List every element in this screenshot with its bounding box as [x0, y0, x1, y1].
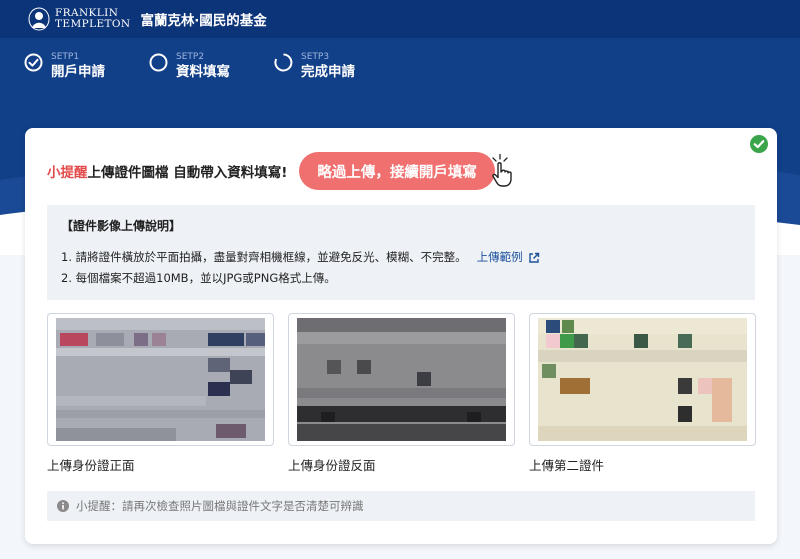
upload-label-id-front: 上傳身份證正面 — [47, 458, 135, 473]
step-2-label: 資料填寫 — [176, 64, 230, 80]
top-bar: FRANKLIN TEMPLETON 富蘭克林‧國民的基金 — [0, 0, 800, 38]
instructions-line-2: 2. 每個檔案不超過10MB，並以JPG或PNG格式上傳。 — [61, 271, 336, 285]
id-front-preview-image — [56, 318, 265, 441]
brand-title: 富蘭克林‧國民的基金 — [140, 13, 267, 29]
instructions-line-1: 1. 請將證件橫放於平面拍攝，盡量對齊相機框線，並避免反光、模糊、不完整。 上傳… — [61, 247, 741, 268]
second-id-preview-image — [538, 318, 747, 441]
reminder-note-text: 小提醒：請再次檢查照片圖檔與證件文字是否清楚可辨識 — [76, 499, 364, 513]
tip-lead: 小提醒 — [47, 165, 88, 181]
upload-label-id-back: 上傳身份證反面 — [288, 458, 376, 473]
tip-text: 上傳證件圖檔 自動帶入資料填寫! — [87, 165, 288, 181]
upload-slot-id-back[interactable]: 上傳身份證反面 — [288, 313, 515, 474]
upload-slot-id-front[interactable]: 上傳身份證正面 — [47, 313, 274, 474]
step-done-check-icon — [24, 53, 43, 72]
external-link-icon[interactable] — [528, 252, 540, 264]
step-1-label: 開戶申請 — [51, 64, 105, 80]
upload-example-link[interactable]: 上傳範例 — [477, 247, 523, 268]
skip-upload-label: 略過上傳，接續開戶填寫 — [317, 164, 477, 181]
franklin-portrait-icon — [28, 7, 50, 31]
upload-preview-frame[interactable] — [529, 313, 756, 446]
step-pending-arc-icon — [274, 53, 293, 72]
upload-preview-frame[interactable] — [47, 313, 274, 446]
pointer-hand-icon — [492, 153, 512, 187]
reminder-note: 小提醒：請再次檢查照片圖檔與證件文字是否清楚可辨識 — [47, 491, 755, 521]
step-1-number: SETP1 — [51, 52, 80, 62]
skip-upload-button[interactable]: 略過上傳，接續開戶填寫 — [299, 152, 512, 190]
logo-line-2: TEMPLETON — [55, 18, 131, 30]
info-icon — [57, 500, 69, 512]
step-3-number: SETP3 — [301, 52, 330, 62]
upload-card: 小提醒 上傳證件圖檔 自動帶入資料填寫! 略過上傳，接續開戶填寫 【證件影像上傳… — [25, 128, 777, 544]
franklin-templeton-logo[interactable]: FRANKLIN TEMPLETON — [28, 7, 131, 31]
tip-row: 小提醒 上傳證件圖檔 自動帶入資料填寫! 略過上傳，接續開戶填寫 — [47, 152, 512, 190]
instructions-title: 【證件影像上傳說明】 — [61, 219, 182, 233]
step-2: SETP2 資料填寫 — [149, 52, 230, 81]
step-1: SETP1 開戶申請 — [24, 52, 105, 81]
step-indicator: SETP1 開戶申請 SETP2 資料填寫 SETP3 完成申請 — [24, 52, 399, 81]
step-3-label: 完成申請 — [301, 64, 355, 80]
upload-slot-second-id[interactable]: 上傳第二證件 — [529, 313, 756, 474]
step-3: SETP3 完成申請 — [274, 52, 355, 81]
upload-instructions: 【證件影像上傳說明】 1. 請將證件橫放於平面拍攝，盡量對齊相機框線，並避免反光… — [47, 205, 755, 300]
upload-preview-frame[interactable] — [288, 313, 515, 446]
upload-label-second-id: 上傳第二證件 — [529, 458, 605, 473]
step-2-number: SETP2 — [176, 52, 205, 62]
check-circle-icon — [750, 135, 768, 153]
id-back-preview-image — [297, 318, 506, 441]
instructions-line-1-text: 1. 請將證件橫放於平面拍攝，盡量對齊相機框線，並避免反光、模糊、不完整。 — [61, 250, 467, 264]
logo-text: FRANKLIN TEMPLETON — [55, 8, 131, 30]
upload-slots: 上傳身份證正面 上傳身份證反面 上傳第二證件 — [47, 313, 770, 474]
step-current-circle-icon — [149, 53, 168, 72]
